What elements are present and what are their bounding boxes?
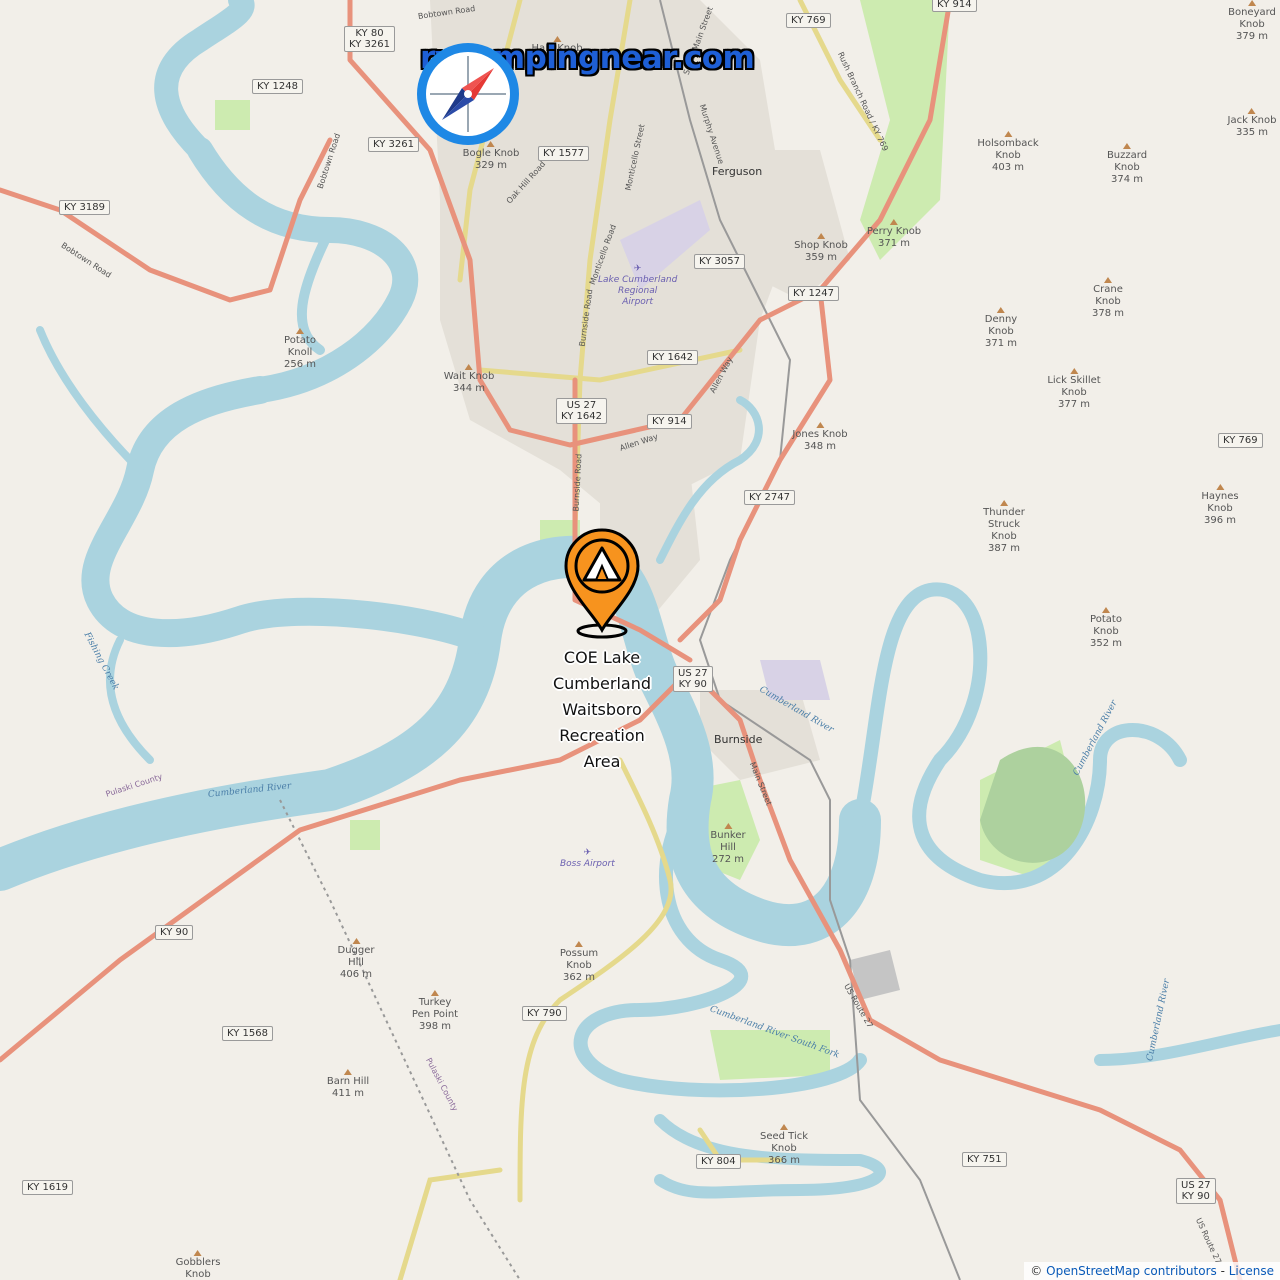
peak-jones: Jones Knob 348 m xyxy=(792,422,848,453)
brand-logo[interactable]: rvcampingnear.com xyxy=(414,40,755,145)
peak-jack: Jack Knob 335 m xyxy=(1228,108,1276,139)
peak-turkey: Turkey Pen Point 398 m xyxy=(412,990,458,1033)
peak-icon xyxy=(295,328,304,334)
peak-icon xyxy=(1103,277,1112,283)
peak-perry: Perry Knob 371 m xyxy=(867,219,921,250)
campground-label-line: Area xyxy=(583,752,621,771)
road-shield-ky804: KY 804 xyxy=(696,1154,741,1169)
peak-icon xyxy=(352,938,360,944)
peak-icon xyxy=(996,307,1005,313)
compass-icon xyxy=(417,43,519,145)
peak-potato-knoll: Potato Knoll 256 m xyxy=(284,328,316,371)
peak-icon xyxy=(723,823,732,829)
island-park xyxy=(980,746,1086,863)
peak-lickskillet: Lick Skillet Knob 377 m xyxy=(1047,368,1101,411)
peak-icon xyxy=(193,1250,202,1256)
peak-icon xyxy=(343,1069,352,1075)
road-shield-ky80-3261: KY 80 KY 3261 xyxy=(344,26,395,52)
road-shield-ky914-top: KY 914 xyxy=(932,0,977,12)
peak-thunder: Thunder Struck Knob 387 m xyxy=(983,500,1025,555)
road-shield-ky1577: KY 1577 xyxy=(538,146,589,161)
peak-haynes: Haynes Knob 396 m xyxy=(1201,484,1239,527)
peak-icon xyxy=(816,422,824,428)
campground-label-line: Cumberland xyxy=(552,674,652,693)
peak-icon xyxy=(890,219,898,225)
peak-icon xyxy=(999,500,1008,506)
peak-denny: Denny Knob 371 m xyxy=(985,307,1017,350)
peak-buzzard: Buzzard Knob 374 m xyxy=(1107,143,1147,186)
road-shield-ky769-right: KY 769 xyxy=(1218,433,1263,448)
road-shield-us27-ky1642: US 27 KY 1642 xyxy=(556,398,607,424)
peak-icon xyxy=(1101,607,1110,613)
peak-icon xyxy=(430,990,439,996)
road-shield-ky790: KY 790 xyxy=(522,1006,567,1021)
campground-label-line: Waitsboro xyxy=(562,700,642,719)
road-shield-us27-ky90-bottom: US 27 KY 90 xyxy=(1176,1178,1216,1204)
airplane-icon: ✈ xyxy=(583,848,592,858)
peak-icon xyxy=(1215,484,1224,490)
place-burnside: Burnside xyxy=(714,733,763,746)
campground-label: COE Lake Cumberland Waitsboro Recreation… xyxy=(532,645,672,775)
map-canvas[interactable]: KY 80 KY 3261 KY 1248 KY 3261 KY 3189 KY… xyxy=(0,0,1280,1280)
peak-icon xyxy=(1070,368,1078,374)
road-shield-ky751: KY 751 xyxy=(962,1152,1007,1167)
road-shield-ky769-top: KY 769 xyxy=(786,13,831,28)
road-shield-ky1642: KY 1642 xyxy=(647,350,698,365)
peak-icon xyxy=(1248,108,1256,114)
peak-bunker: Bunker Hill 272 m xyxy=(710,823,746,866)
road-shield-ky3057: KY 3057 xyxy=(694,254,745,269)
road-shield-ky3189: KY 3189 xyxy=(59,200,110,215)
road-shield-ky1248: KY 1248 xyxy=(252,79,303,94)
road-shield-ky3261: KY 3261 xyxy=(368,137,419,152)
peak-shop: Shop Knob 359 m xyxy=(794,233,848,264)
peak-seedtick: Seed Tick Knob 366 m xyxy=(760,1124,808,1167)
peak-icon xyxy=(779,1124,788,1130)
campground-label-line: Recreation xyxy=(559,726,645,745)
peak-icon xyxy=(1122,143,1131,149)
peak-possum: Possum Knob 362 m xyxy=(560,941,598,984)
peak-icon xyxy=(816,233,825,239)
road-shield-ky2747: KY 2747 xyxy=(744,490,795,505)
peak-holsomback: Holsomback Knob 403 m xyxy=(977,131,1039,174)
airplane-icon: ✈ xyxy=(633,264,642,274)
osm-contributors-link[interactable]: OpenStreetMap contributors xyxy=(1046,1264,1217,1278)
peak-icon xyxy=(465,364,473,370)
airport-boss: ✈ Boss Airport xyxy=(560,848,615,869)
peak-boneyard: Boneyard Knob 379 m xyxy=(1228,0,1276,43)
road-shield-ky1247: KY 1247 xyxy=(788,286,839,301)
map-attribution: © OpenStreetMap contributors - License xyxy=(1024,1262,1280,1280)
campground-label-line: COE Lake xyxy=(563,648,641,667)
peak-icon xyxy=(1004,131,1012,137)
road-shield-ky1619: KY 1619 xyxy=(22,1180,73,1195)
place-ferguson: Ferguson xyxy=(712,165,763,178)
road-shield-ky914-mid: KY 914 xyxy=(647,414,692,429)
campground-pin-icon xyxy=(564,528,640,639)
peak-icon xyxy=(1248,0,1256,6)
peak-potato-knob: Potato Knob 352 m xyxy=(1090,607,1122,650)
peak-dugger: Dugger Hill 406 m xyxy=(338,938,375,981)
road-shield-us27-ky90-mid: US 27 KY 90 xyxy=(673,666,713,692)
airport-lake-cumberland: ✈ Lake Cumberland Regional Airport xyxy=(598,264,678,307)
road-shield-ky90: KY 90 xyxy=(155,925,194,940)
peak-icon xyxy=(574,941,583,947)
license-link[interactable]: License xyxy=(1229,1264,1274,1278)
peak-crane: Crane Knob 378 m xyxy=(1092,277,1124,320)
road-shield-ky1568: KY 1568 xyxy=(222,1026,273,1041)
peak-wait: Wait Knob 344 m xyxy=(444,364,494,395)
peak-gobblers: Gobblers Knob xyxy=(176,1250,220,1280)
peak-barn: Barn Hill 411 m xyxy=(327,1069,369,1100)
